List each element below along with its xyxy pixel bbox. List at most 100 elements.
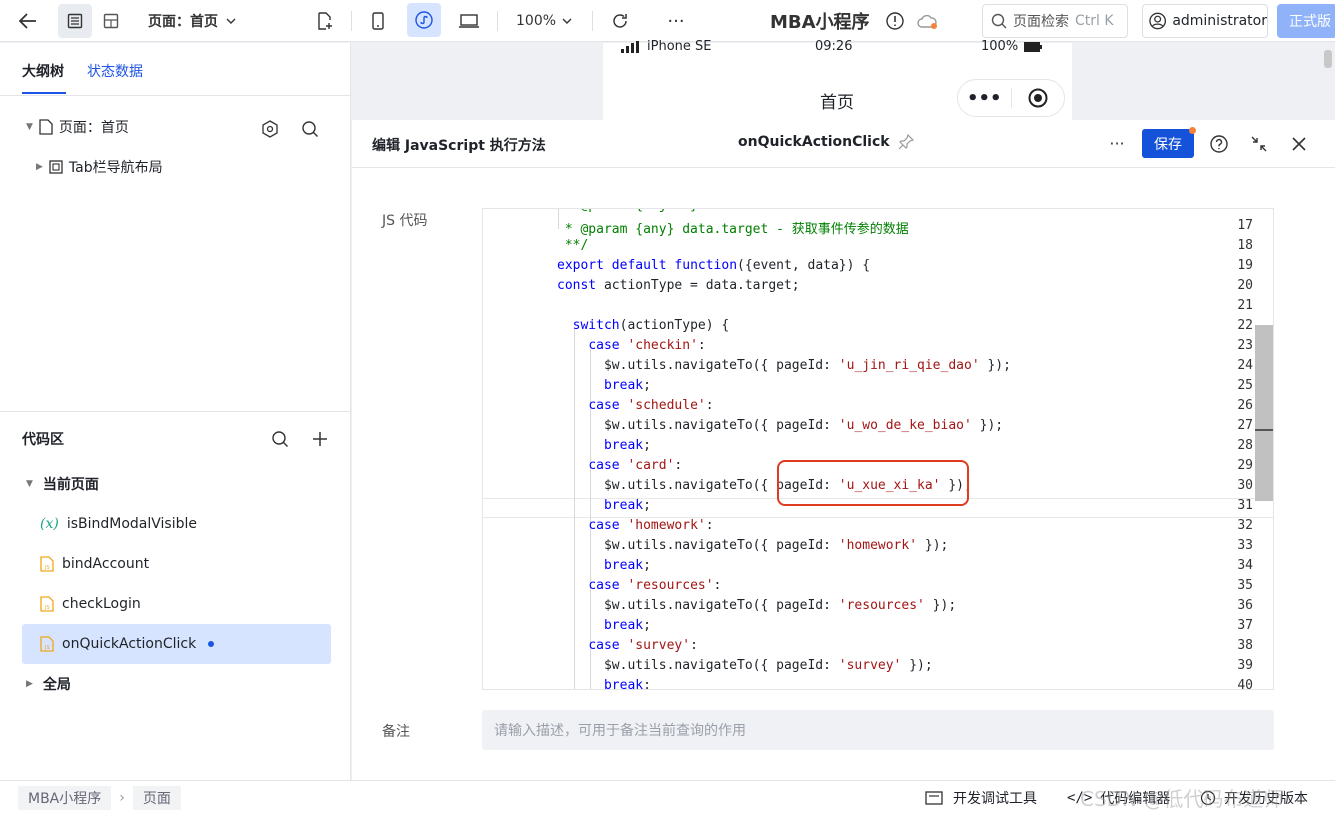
note-input[interactable]: 请输入描述，可用于备注当前查询的作用 bbox=[482, 710, 1274, 750]
pin-icon[interactable] bbox=[898, 134, 914, 150]
line-number: 34 bbox=[1237, 558, 1253, 573]
tree-search-icon[interactable] bbox=[300, 119, 320, 139]
tree-node-page[interactable]: ▼ 页面：首页 bbox=[26, 117, 129, 137]
code-editor-label: 代码编辑器 bbox=[1100, 791, 1171, 807]
tree-node-label: Tab栏导航布局 bbox=[68, 160, 163, 176]
container-icon bbox=[49, 160, 63, 174]
add-page-icon[interactable] bbox=[313, 9, 337, 33]
line-number: 36 bbox=[1237, 598, 1253, 613]
more-icon[interactable]: ··· bbox=[662, 9, 690, 33]
code-item-variable[interactable]: (x) isBindModalVisible bbox=[22, 504, 331, 544]
code-line: case 'homework': bbox=[588, 518, 714, 533]
caret-down-icon: ▼ bbox=[26, 479, 33, 489]
mobile-device-icon[interactable] bbox=[366, 9, 390, 33]
current-page-group[interactable]: ▼ 当前页面 bbox=[26, 474, 99, 494]
zoom-selector[interactable]: 100% bbox=[516, 9, 572, 33]
search-placeholder: 页面检索 bbox=[1013, 14, 1069, 30]
signal-icon bbox=[621, 40, 639, 53]
publish-button[interactable]: 正式版 bbox=[1277, 4, 1335, 38]
device-name: iPhone SE bbox=[647, 39, 712, 54]
page-selector[interactable]: 页面：首页 bbox=[148, 9, 236, 33]
user-avatar-icon bbox=[1149, 12, 1167, 30]
history-button[interactable]: 开发历史版本 bbox=[1200, 781, 1308, 814]
user-menu[interactable]: administrator bbox=[1142, 4, 1268, 38]
line-number: 21 bbox=[1237, 298, 1253, 313]
code-line: export default function({event, data}) { bbox=[557, 258, 871, 273]
breadcrumb-separator-icon: › bbox=[119, 790, 125, 806]
group-label: 全局 bbox=[42, 677, 71, 693]
help-icon[interactable] bbox=[1208, 133, 1230, 155]
battery-status: 100% bbox=[981, 39, 1043, 54]
breadcrumb-app[interactable]: MBA小程序 bbox=[18, 786, 112, 810]
line-number: 37 bbox=[1237, 618, 1253, 633]
code-line: $w.utils.navigateTo({ pageId: 'u_jin_ri_… bbox=[557, 358, 1011, 373]
collapse-icon[interactable] bbox=[1248, 133, 1270, 155]
back-arrow-icon[interactable] bbox=[14, 9, 42, 33]
status-bar: iPhone SE bbox=[621, 39, 711, 54]
info-icon[interactable] bbox=[884, 9, 906, 33]
settings-hex-icon[interactable] bbox=[260, 119, 280, 139]
app-title: MBA小程序 bbox=[770, 12, 870, 33]
debug-tools-label: 开发调试工具 bbox=[953, 791, 1037, 807]
bottom-bar: MBA小程序 › 页面 开发调试工具 </> 代码编辑器 开发历史版本 CSDN… bbox=[0, 780, 1335, 814]
code-item-js[interactable]: JS checkLogin bbox=[22, 584, 331, 624]
line-number: 22 bbox=[1237, 318, 1253, 333]
code-line: $w.utils.navigateTo({ pageId: 'survey' }… bbox=[557, 658, 933, 673]
global-group[interactable]: ▶ 全局 bbox=[26, 674, 71, 694]
outline-view-icon[interactable] bbox=[58, 4, 92, 38]
save-button[interactable]: 保存 bbox=[1142, 129, 1194, 158]
close-icon[interactable] bbox=[1288, 133, 1310, 155]
capsule-close-icon bbox=[1011, 88, 1064, 108]
page-file-icon bbox=[39, 119, 53, 135]
refresh-icon[interactable] bbox=[608, 9, 632, 33]
tree-node-tab-nav[interactable]: ▶ Tab栏导航布局 bbox=[36, 157, 163, 177]
code-line: break; bbox=[603, 678, 651, 690]
code-editor[interactable]: 16 * @param {Object} data 17 * @param {an… bbox=[482, 208, 1274, 690]
code-line: * @param {Object} data bbox=[557, 209, 737, 213]
svg-text:JS: JS bbox=[44, 605, 50, 611]
preview-scrollbar[interactable] bbox=[1324, 50, 1332, 68]
code-editor-button[interactable]: </> 代码编辑器 bbox=[1067, 781, 1170, 814]
code-item-js-selected[interactable]: JS onQuickActionClick bbox=[22, 624, 331, 664]
line-number: 18 bbox=[1237, 238, 1253, 253]
code-item-js[interactable]: JS bindAccount bbox=[22, 544, 331, 584]
tab-state-data[interactable]: 状态数据 bbox=[87, 61, 143, 81]
line-number: 29 bbox=[1237, 458, 1253, 473]
debug-tools-button[interactable]: 开发调试工具 bbox=[925, 781, 1037, 814]
history-label: 开发历史版本 bbox=[1224, 791, 1308, 807]
miniprogram-device-icon[interactable] bbox=[407, 3, 441, 37]
method-name-label: onQuickActionClick bbox=[738, 134, 890, 150]
js-code-label: JS 代码 bbox=[382, 213, 428, 229]
line-number: 30 bbox=[1237, 478, 1253, 493]
phone-preview: iPhone SE 09:26 100% 首页 ••• bbox=[603, 39, 1072, 120]
line-number: 35 bbox=[1237, 578, 1253, 593]
page-search-input[interactable]: 页面检索 Ctrl K bbox=[982, 4, 1128, 38]
breadcrumb-page[interactable]: 页面 bbox=[132, 786, 181, 810]
line-number: 40 bbox=[1237, 678, 1253, 690]
code-section-title: 代码区 bbox=[22, 432, 64, 448]
line-number: 24 bbox=[1237, 358, 1253, 373]
caret-right-icon: ▶ bbox=[36, 162, 43, 172]
chevron-down-icon bbox=[562, 18, 572, 24]
note-placeholder: 请输入描述，可用于备注当前查询的作用 bbox=[494, 723, 746, 739]
code-search-icon[interactable] bbox=[270, 429, 290, 449]
line-number: 26 bbox=[1237, 398, 1253, 413]
add-code-icon[interactable] bbox=[310, 429, 330, 449]
code-item-label: onQuickActionClick bbox=[62, 636, 197, 652]
cloud-sync-icon[interactable] bbox=[914, 9, 940, 33]
js-file-icon: JS bbox=[40, 556, 54, 572]
page-selector-label: 页面：首页 bbox=[148, 14, 218, 30]
editor-more-icon[interactable]: ··· bbox=[1106, 132, 1128, 154]
pc-device-icon[interactable] bbox=[457, 9, 481, 33]
code-scrollbar-thumb[interactable] bbox=[1255, 325, 1273, 501]
capsule-button[interactable]: ••• bbox=[957, 79, 1065, 117]
svg-text:JS: JS bbox=[44, 645, 50, 651]
tab-outline-tree[interactable]: 大纲树 bbox=[22, 61, 64, 81]
code-line: case 'checkin': bbox=[588, 338, 706, 353]
line-number: 27 bbox=[1237, 418, 1253, 433]
battery-value: 100% bbox=[981, 39, 1019, 54]
layout-view-icon[interactable] bbox=[94, 4, 128, 38]
history-clock-icon bbox=[1200, 790, 1216, 806]
code-line: case 'card': bbox=[588, 458, 683, 473]
debug-console-icon bbox=[925, 791, 943, 805]
